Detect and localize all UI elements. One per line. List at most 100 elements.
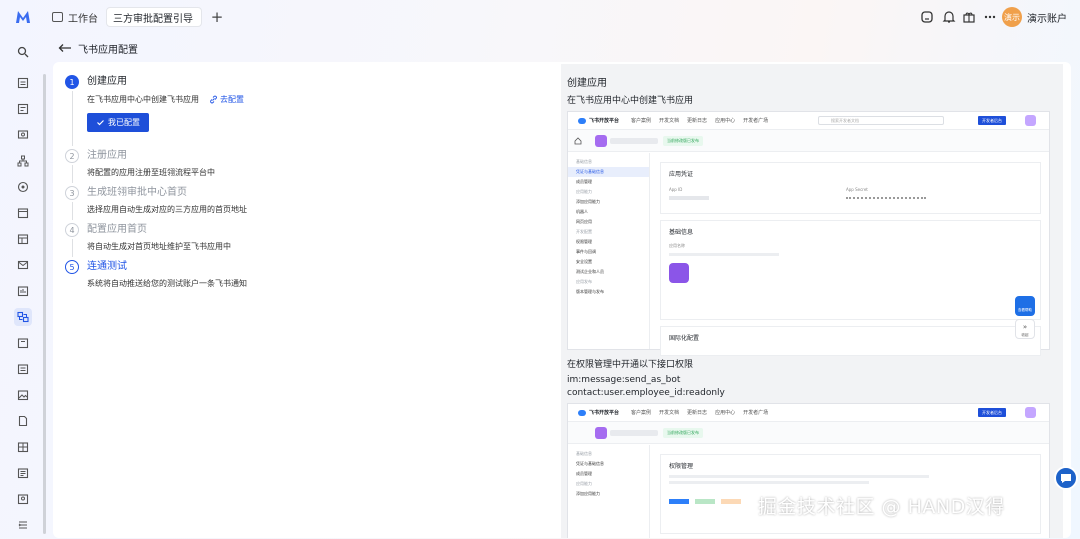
shot-status-badge: 当前修改版已发布 (663, 428, 703, 438)
chat-assistant-button[interactable] (1054, 466, 1078, 490)
step-title: 生成班翎审批中心首页 (87, 187, 187, 198)
step-number: 1 (65, 75, 79, 89)
configured-button-label: 我已配置 (108, 118, 140, 127)
shot-avatar (1025, 407, 1036, 418)
content-card: 1 创建应用 在飞书应用中心中创建飞书应用 去配置 我已配置 2 注册应用 将配… (53, 62, 1071, 538)
watermark: 掘金技术社区 @ HAND汉得 (758, 496, 1005, 518)
user-avatar[interactable]: 演示 (1002, 7, 1022, 27)
step-title: 注册应用 (87, 150, 127, 161)
shot-sidebar-item: 网页应用 (576, 219, 592, 224)
sidebar-mail-icon[interactable] (14, 256, 32, 274)
shot-app-icon (595, 135, 607, 147)
shot-field-label: 应用名称 (669, 243, 685, 248)
tab-workbench[interactable]: 工作台 (52, 7, 98, 27)
sidebar-dashboard-icon[interactable] (14, 438, 32, 456)
shot-nav: 客户案例 开发文档 更新日志 应用中心 开发者广场 (631, 117, 768, 124)
shot-sidebar-item: 应用能力 (576, 481, 592, 486)
step-4[interactable]: 4 配置应用首页 将自动生成对首页地址维护至飞书应用中 (65, 222, 545, 259)
shot-status-badge: 当前修改版已发布 (663, 136, 703, 146)
chat-bubble-icon (1061, 474, 1071, 483)
sidebar-form-icon[interactable] (14, 100, 32, 118)
step-desc: 系统将自动推送给您的测试账户一条飞书通知 (87, 279, 247, 288)
shot-nav-item: 开发者广场 (743, 410, 769, 416)
shot-sidebar-item: 版本管理与发布 (576, 289, 604, 294)
step-number: 3 (65, 186, 79, 200)
shot-nav-item: 应用中心 (715, 118, 736, 124)
configured-button[interactable]: 我已配置 (87, 113, 149, 132)
step-3[interactable]: 3 生成班翎审批中心首页 选择应用自动生成对应的三方应用的首页地址 (65, 185, 545, 222)
screenshot-app-credentials: 飞书开放平台 客户案例 开发文档 更新日志 应用中心 开发者广场 搜索开发者文档… (567, 111, 1050, 356)
shot-desc-line (669, 475, 929, 478)
shot-help-float: 查看帮助 (1015, 296, 1035, 316)
new-tab-button[interactable]: + (207, 7, 227, 27)
sidebar-image-icon[interactable] (14, 386, 32, 404)
sidebar-org-icon[interactable] (14, 152, 32, 170)
sidebar-chart-icon[interactable] (14, 282, 32, 300)
more-icon[interactable] (983, 10, 997, 24)
app-logo-icon[interactable] (14, 8, 32, 26)
gift-icon[interactable] (962, 10, 976, 24)
sidebar-monitor-icon[interactable] (14, 126, 32, 144)
shot-dev-button: 开发者后台 (978, 116, 1006, 125)
shot-permission-tag (669, 499, 689, 504)
bell-icon[interactable] (942, 10, 956, 24)
shot-header: 飞书开放平台 客户案例 开发文档 更新日志 应用中心 开发者广场 开发者后台 (568, 404, 1049, 422)
go-configure-link[interactable]: 去配置 (209, 94, 244, 105)
step-5[interactable]: 5 连通测试 系统将自动推送给您的测试账户一条飞书通知 (65, 259, 545, 296)
shot-brand-name: 飞书开放平台 (589, 118, 620, 124)
step-1[interactable]: 1 创建应用 在飞书应用中心中创建飞书应用 去配置 我已配置 (65, 74, 545, 148)
step-title: 配置应用首页 (87, 224, 147, 235)
check-icon (97, 120, 104, 126)
sidebar-report-icon[interactable] (14, 360, 32, 378)
sidebar-table-icon[interactable] (14, 230, 32, 248)
sidebar-calendar-icon[interactable] (14, 204, 32, 222)
step-title: 创建应用 (87, 76, 127, 87)
shot-card-title: 国际化配置 (669, 335, 700, 342)
monitor-frame-icon[interactable] (920, 10, 934, 24)
shot-sidebar-item: 开发配置 (576, 229, 592, 234)
step-desc-row: 在飞书应用中心中创建飞书应用 去配置 (87, 94, 545, 105)
shot-sidebar: 基础信息 凭证与基础信息 成员管理 应用能力 添加应用能力 机器人 网页应用 开… (568, 153, 650, 349)
shot-app-secret-value (846, 197, 926, 199)
guide-preview: 创建应用 在飞书应用中心中创建飞书应用 飞书开放平台 客户案例 开发文档 更新日… (561, 64, 1063, 538)
shot-nav-item: 客户案例 (631, 410, 652, 416)
sidebar-file-icon[interactable] (14, 412, 32, 430)
shot-nav-item: 开发文档 (659, 410, 680, 416)
shot-sidebar-item: 成员管理 (576, 471, 592, 476)
sidebar-flow-icon[interactable] (14, 178, 32, 196)
shot-card-title: 权限管理 (669, 463, 694, 470)
back-arrow-icon[interactable] (58, 43, 72, 53)
shot-brand: 飞书开放平台 (578, 117, 619, 124)
tab-approval-guide-label: 三方审批配置引导 (113, 13, 193, 25)
sidebar-scrollbar[interactable] (43, 74, 46, 534)
sidebar-collapse-icon[interactable] (14, 516, 32, 534)
shot-card-title: 应用凭证 (669, 171, 694, 178)
shot-brand: 飞书开放平台 (578, 409, 619, 416)
shot-permission-tag (695, 499, 715, 504)
sidebar-search-icon[interactable] (14, 43, 32, 61)
user-name[interactable]: 演示账户 (1027, 10, 1067, 25)
shot-sidebar-item: 成员管理 (576, 179, 592, 184)
sidebar-integration-icon[interactable] (14, 308, 32, 326)
shot-header: 飞书开放平台 客户案例 开发文档 更新日志 应用中心 开发者广场 搜索开发者文档… (568, 112, 1049, 130)
shot-brand-name: 飞书开放平台 (589, 410, 620, 416)
sidebar-log-icon[interactable] (14, 464, 32, 482)
shot-nav-item: 开发者广场 (743, 118, 769, 124)
shot-app-id-label: App ID (669, 187, 683, 192)
shot-app-bar: 当前修改版已发布 (568, 130, 1049, 152)
sidebar-doc-icon[interactable] (14, 74, 32, 92)
shot-collapse-label: 收起 (1021, 333, 1029, 337)
shot-credentials-card: 应用凭证 App ID App Secret (660, 162, 1041, 214)
main-panel: 飞书应用配置 1 创建应用 在飞书应用中心中创建飞书应用 去配置 我已配置 2 … (50, 34, 1076, 539)
sidebar-settings-icon[interactable] (14, 334, 32, 352)
shot-help-label: 查看帮助 (1018, 308, 1032, 312)
step-2[interactable]: 2 注册应用 将配置的应用注册至班翎流程平台中 (65, 148, 545, 185)
sidebar-user-icon[interactable] (14, 490, 32, 508)
home-icon (574, 137, 582, 145)
preview-subtitle: 在飞书应用中心中创建飞书应用 (567, 96, 694, 106)
shot-sidebar-item: 添加应用能力 (576, 199, 600, 204)
tab-approval-guide[interactable]: 三方审批配置引导 (106, 7, 202, 27)
permission-scope: im:message:send_as_bot (567, 375, 681, 385)
shot-app-name-blurred (610, 430, 658, 436)
step-desc: 将配置的应用注册至班翎流程平台中 (87, 168, 215, 177)
